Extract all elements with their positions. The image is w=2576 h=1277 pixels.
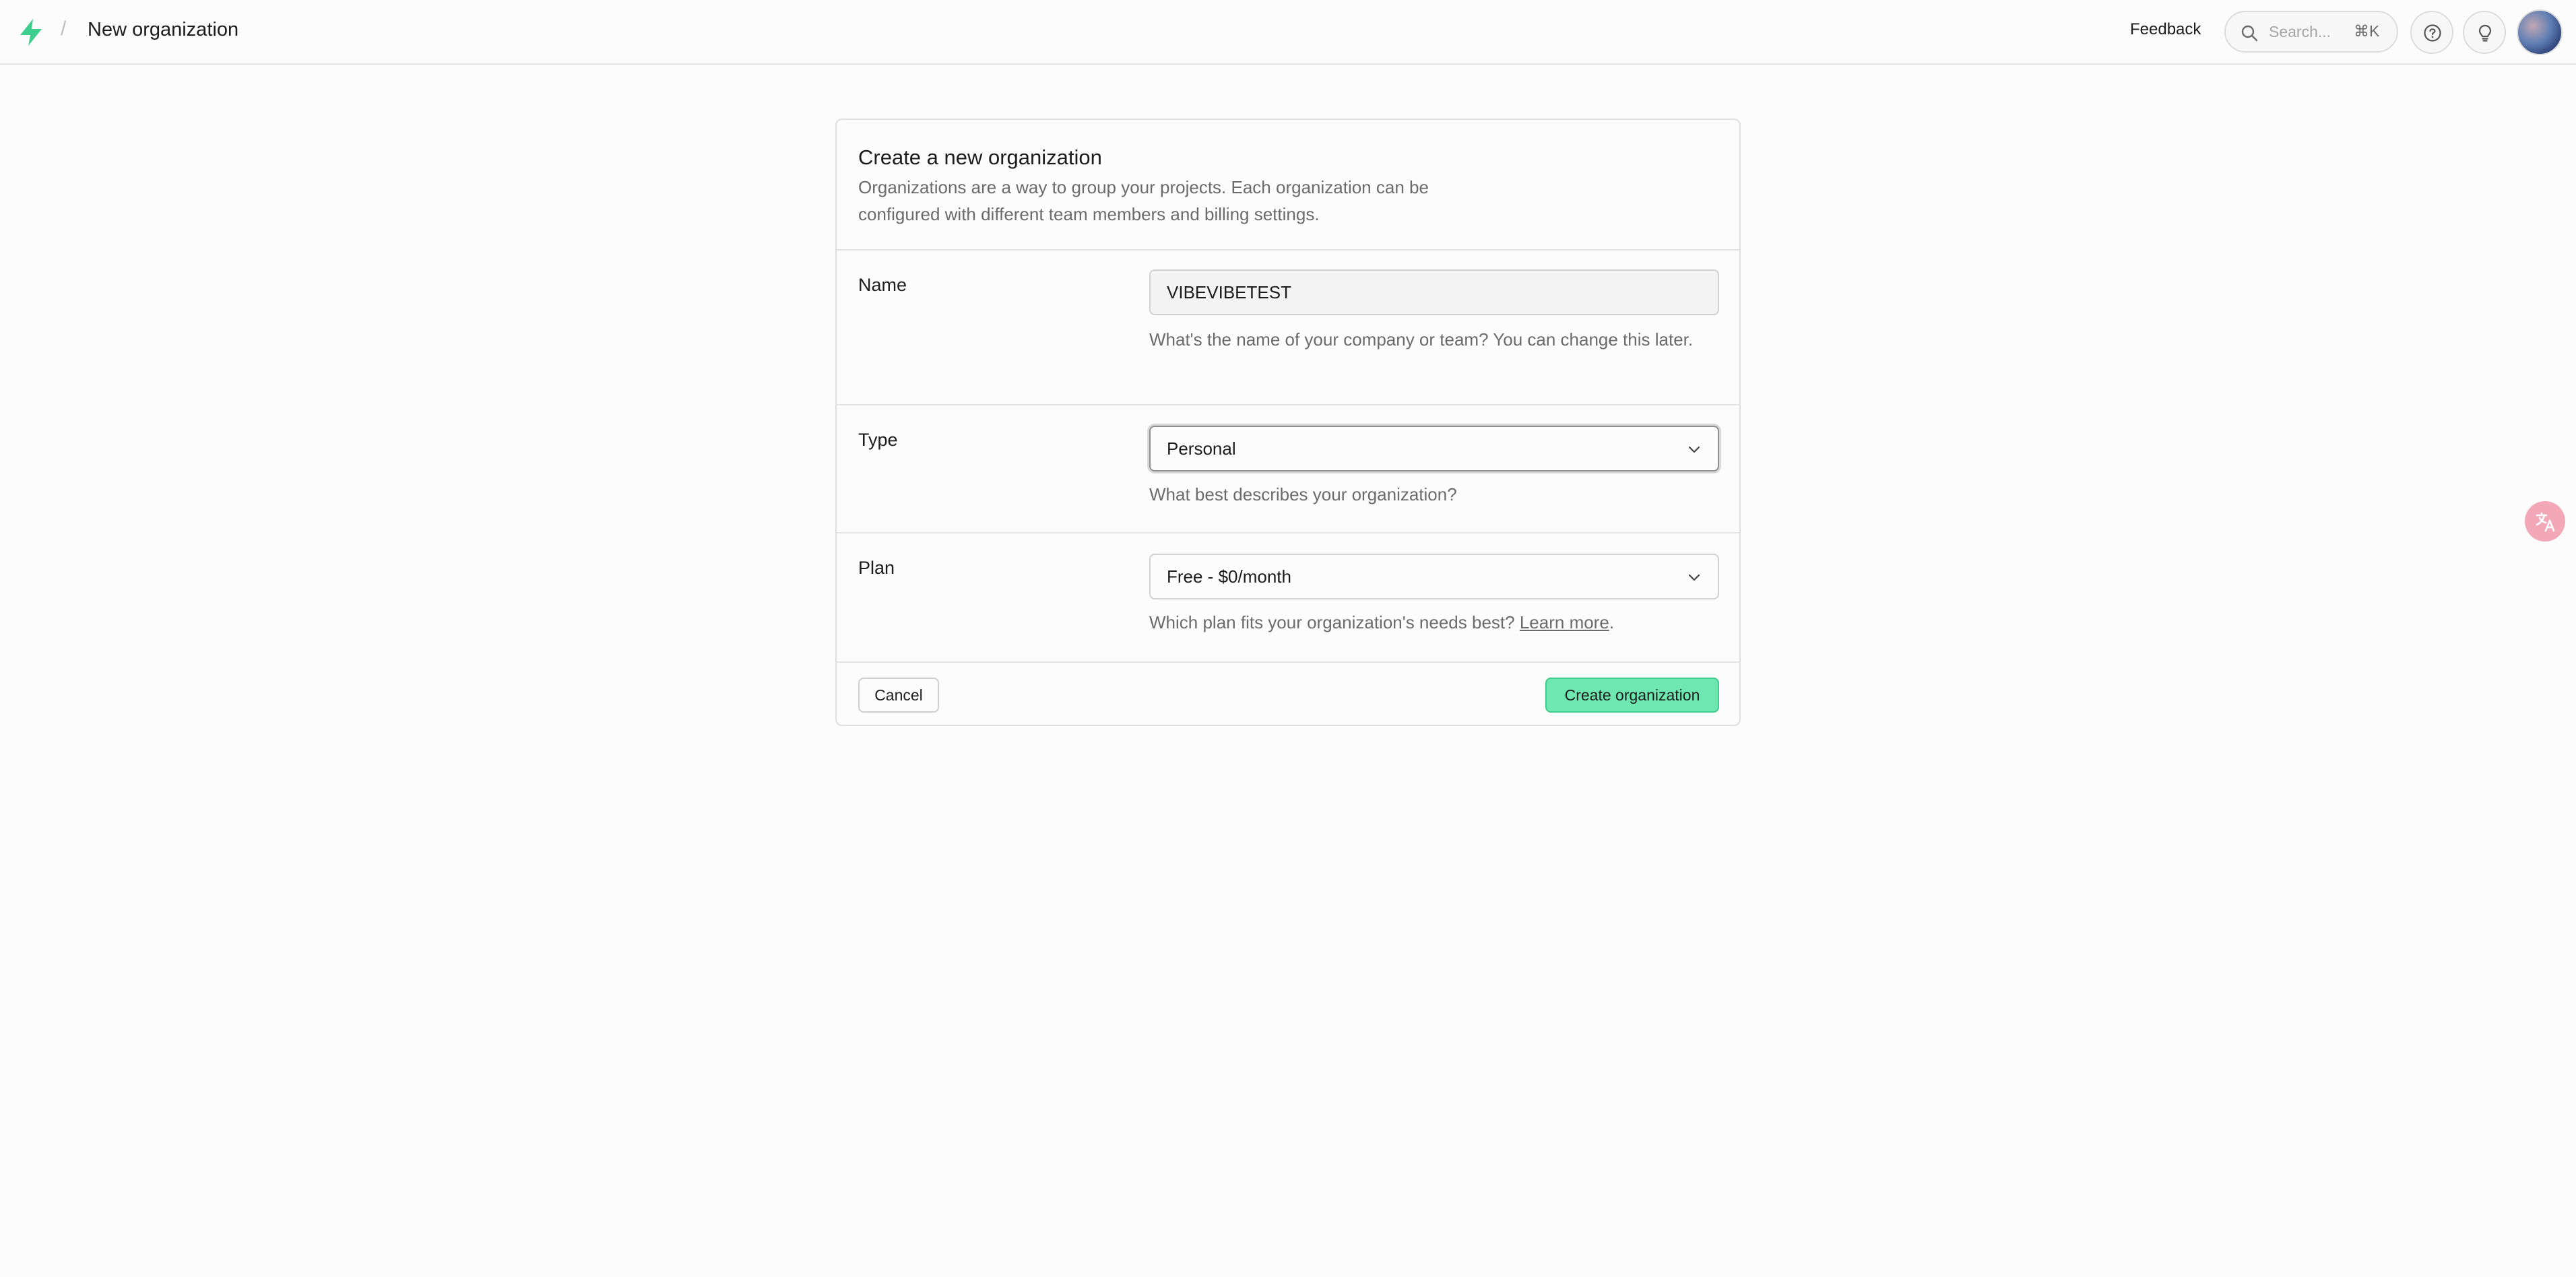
plan-help-prefix: Which plan fits your organization's need… (1149, 612, 1515, 632)
create-organization-card: Create a new organization Organizations … (835, 119, 1741, 726)
type-row: Type Personal What best describes your o… (837, 405, 1739, 533)
chevron-down-icon (1688, 446, 1700, 453)
organization-type-select[interactable]: Personal (1149, 426, 1719, 471)
lightbulb-icon (2478, 24, 2492, 42)
form-footer: Cancel Create organization (837, 663, 1739, 725)
help-icon (2424, 24, 2441, 42)
type-selected-value: Personal (1167, 438, 1236, 459)
form-title: Create a new organization (858, 145, 1102, 169)
learn-more-link[interactable]: Learn more (1520, 612, 1609, 632)
card-header: Create a new organization Organizations … (837, 120, 1739, 251)
translate-icon (2536, 512, 2555, 532)
chevron-down-icon (1688, 574, 1700, 581)
avatar[interactable] (2517, 9, 2563, 55)
page-title: New organization (88, 19, 239, 40)
plan-help-text: Which plan fits your organization's need… (1149, 609, 1729, 636)
search-shortcut: ⌘K (2354, 22, 2380, 40)
search-icon (2241, 25, 2258, 42)
type-help-text: What best describes your organization? (1149, 484, 1457, 504)
name-help-text: What's the name of your company or team?… (1149, 329, 1694, 350)
plan-select[interactable]: Free - $0/month (1149, 554, 1719, 599)
breadcrumb-separator: / (61, 18, 67, 40)
plan-help-suffix: . (1609, 612, 1615, 632)
bolt-logo-icon[interactable] (18, 18, 44, 47)
name-row: Name VIBEVIBETEST What's the name of you… (837, 251, 1739, 405)
create-organization-button[interactable]: Create organization (1545, 678, 1719, 713)
organization-name-input[interactable]: VIBEVIBETEST (1149, 269, 1719, 315)
plan-label: Plan (858, 558, 895, 578)
top-navigation-bar: / New organization Feedback Search... ⌘K (0, 0, 2576, 65)
search-placeholder: Search... (2269, 23, 2331, 40)
feedback-button[interactable]: Feedback (2130, 20, 2201, 39)
translate-extension-button[interactable] (2525, 501, 2565, 542)
help-button[interactable] (2410, 11, 2453, 54)
plan-row: Plan Free - $0/month Which plan fits you… (837, 533, 1739, 663)
type-label: Type (858, 430, 898, 450)
form-description: Organizations are a way to group your pr… (858, 177, 1429, 224)
search-button[interactable]: Search... ⌘K (2224, 11, 2398, 53)
cancel-button[interactable]: Cancel (858, 678, 939, 713)
plan-selected-value: Free - $0/month (1167, 566, 1291, 587)
whats-new-button[interactable] (2463, 11, 2506, 54)
name-label: Name (858, 275, 907, 295)
